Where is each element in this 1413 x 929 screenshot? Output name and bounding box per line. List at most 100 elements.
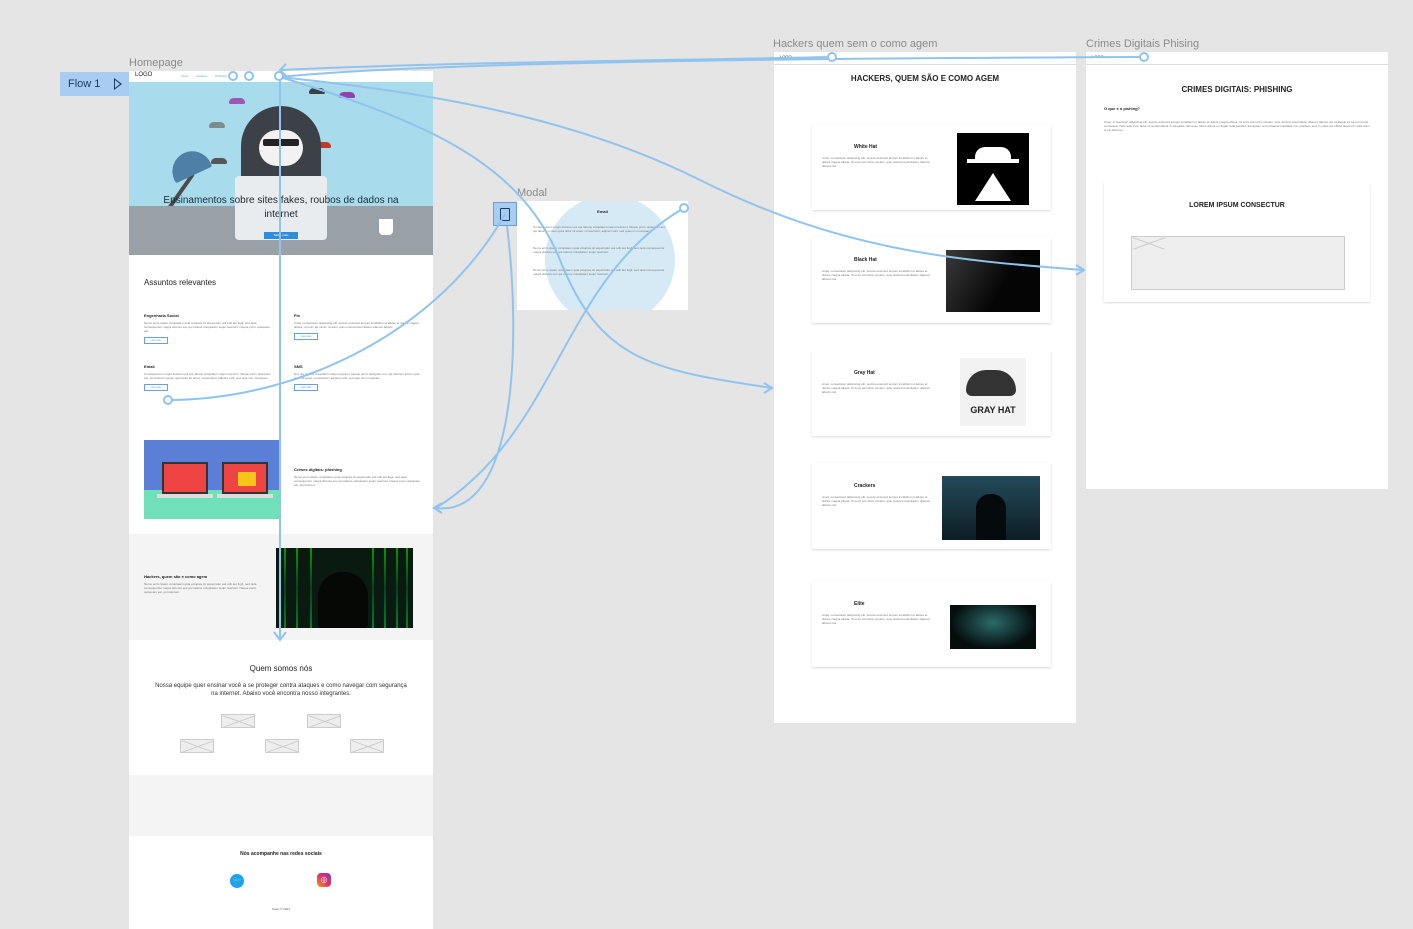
modal-paragraph: Consequuntur magni dolores eos qui ratio… (533, 225, 666, 233)
phishing-illustration (144, 440, 280, 519)
play-icon (114, 78, 123, 90)
phishing-content-box: LOREM IPSUM CONSECTUR (1104, 182, 1370, 302)
frame-label-homepage[interactable]: Homepage (129, 57, 183, 69)
topic-title: Pix (294, 313, 301, 318)
hat-icon (339, 92, 355, 98)
hacker-card-title: Elite (854, 601, 865, 607)
phishing-page-title: CRIMES DIGITAIS: PHISHING (1181, 85, 1293, 94)
hackers-text: Nemo enim ipsam voluptatem quia voluptas… (144, 582, 257, 594)
hat-icon (309, 88, 325, 94)
hacker-card-crackers: Crackers Amet, consectetur adipiscing el… (812, 463, 1051, 549)
hacker-card-title: Black Hat (854, 257, 877, 263)
hackers-summary[interactable]: Hackers, quem são e como agem Nemo enim … (144, 574, 264, 594)
about-text: Nossa equipe quer ensinar você a se prot… (155, 683, 407, 697)
twitter-icon[interactable]: 🐦 (230, 874, 244, 888)
hero-section: Ensinamentos sobre sites fakes, roubos d… (129, 82, 433, 255)
modal-frame: Email Consequuntur magni dolores eos qui… (517, 201, 688, 310)
flow-label: Flow 1 (68, 78, 101, 90)
team-photo-placeholder (307, 714, 341, 728)
team-photo-placeholder (350, 739, 384, 753)
homepage-frame: LOGO Início Hackers Phishing Ensinamento… (129, 71, 433, 929)
nav-divider (1086, 64, 1388, 65)
hat-icon (229, 98, 245, 104)
frame-label-phishing[interactable]: Crimes Digitais Phising (1086, 38, 1199, 50)
flow-start-button[interactable]: Flow 1 (60, 72, 129, 96)
modal-paragraph: Nemo enim ipsam voluptatem quia voluptas… (533, 268, 665, 276)
laptop-base (217, 494, 273, 498)
envelope-icon (238, 472, 256, 486)
hacker-card-black-hat: Black Hat Amet, consectetur adipiscing e… (812, 237, 1051, 323)
frame-label-modal[interactable]: Modal (517, 187, 547, 199)
hacker-card-text: Amet, consectetur adipiscing elit, sed d… (822, 613, 931, 625)
topic-read-more-button[interactable]: Leia mais (144, 384, 168, 391)
topic-card-engenharia: Engenharia Social Nemo enim ipsam volupt… (144, 313, 274, 344)
elite-image (950, 605, 1036, 649)
phishing-frame: LOGO CRIMES DIGITAIS: PHISHING O que é o… (1086, 52, 1388, 489)
hacker-card-title: White Hat (854, 144, 878, 150)
hero-cta-button[interactable]: Saiba mais (264, 232, 298, 239)
home-navbar: LOGO Início Hackers Phishing (129, 71, 433, 82)
hackers-logo[interactable]: LOGO (780, 54, 792, 59)
topic-card-pix: Pix Amet, consectetur adipiscing elit, s… (294, 313, 424, 340)
about-title: Quem somos nós (249, 664, 313, 673)
phishing-text: Amet, consectetur adipiscing elit, sed d… (1104, 120, 1370, 132)
footer-text: Team © 2021 (272, 907, 290, 911)
phishing-title: Crimes digitais: phishing (294, 467, 342, 472)
hacker-card-text: Amet, consectetur adipiscing elit, sed d… (822, 269, 931, 281)
modal-title: Email (597, 209, 608, 214)
hacker-face (259, 130, 303, 166)
team-photo-placeholder (265, 739, 299, 753)
nav-link-inicio[interactable]: Início (181, 74, 188, 78)
hacker-card-title: Gray Hat (854, 370, 875, 376)
phishing-text: Nemo enim ipsam voluptatem quia voluptas… (294, 475, 421, 487)
home-logo[interactable]: LOGO (135, 72, 152, 78)
hackers-frame: LOGO HACKERS, QUEM SÃO E COMO AGEM White… (774, 52, 1076, 723)
hooded-figure (318, 572, 368, 628)
nav-link-hackers[interactable]: Hackers (196, 74, 207, 78)
hacker-card-elite: Elite Amet, consectetur adipiscing elit,… (812, 581, 1051, 667)
hacker-card-title: Crackers (854, 483, 876, 489)
box-title: LOREM IPSUM CONSECTUR (1189, 202, 1285, 209)
hacker-card-white-hat: White Hat Amet, consectetur adipiscing e… (812, 124, 1051, 210)
hacker-card-text: Amet, consectetur adipiscing elit, sed d… (822, 382, 931, 394)
spacer-band (129, 775, 433, 836)
hat-icon (211, 158, 227, 164)
topic-title: Email (144, 364, 155, 369)
instagram-icon[interactable]: ◎ (317, 873, 331, 887)
topic-read-more-button[interactable]: Leia mais (144, 337, 168, 344)
topic-text: Nemo enim ipsam voluptatem quia voluptas… (144, 321, 271, 333)
black-hat-image (946, 250, 1040, 312)
phishing-summary[interactable]: Crimes digitais: phishing Nemo enim ipsa… (294, 467, 424, 487)
team-photo-placeholder (180, 739, 214, 753)
topic-text: Consequuntur magni dolores eos qui ratio… (144, 372, 271, 380)
matrix-hacker-image (276, 548, 413, 628)
hacker-card-gray-hat: Gray Hat Amet, consectetur adipiscing el… (812, 350, 1051, 436)
social-title: Nós acompanhe nas redes sociais (240, 851, 322, 857)
laptop-icon (162, 462, 208, 494)
image-placeholder (1131, 236, 1345, 290)
hacker-card-text: Amet, consectetur adipiscing elit, sed d… (822, 495, 931, 507)
topic-card-sms: SMS Eos qui ratione voluptatem sequi nes… (294, 364, 424, 391)
gray-hat-image: GRAY HAT (960, 358, 1026, 426)
topic-read-more-button[interactable]: Leia mais (294, 333, 318, 340)
modal-paragraph: Nemo enim ipsam voluptatem quia voluptas… (533, 246, 665, 254)
crackers-image (942, 476, 1040, 540)
hackers-title: Hackers, quem são e como agem (144, 574, 208, 579)
sunglasses-icon (263, 139, 299, 146)
topic-text: Eos qui ratione voluptatem sequi nesciun… (294, 372, 420, 380)
nav-link-phishing[interactable]: Phishing (215, 74, 227, 78)
hat-icon (209, 122, 225, 128)
frame-label-hackers[interactable]: Hackers quem sem o como agem (773, 38, 937, 50)
team-photo-placeholder (221, 714, 255, 728)
laptop-base (157, 494, 213, 498)
topic-text: Amet, consectetur adipiscing elit, sed d… (294, 321, 419, 329)
white-hat-image (957, 133, 1029, 205)
hackers-page-title: HACKERS, QUEM SÃO E COMO AGEM (850, 74, 1000, 83)
overlay-trigger-icon[interactable] (493, 202, 517, 226)
nav-divider (774, 64, 1076, 65)
topic-read-more-button[interactable]: Leia mais (294, 384, 318, 391)
modal-background-circle (545, 201, 675, 310)
topic-title: SMS (294, 364, 303, 369)
phishing-question: O que é o pishing? (1104, 106, 1140, 111)
phishing-logo[interactable]: LOGO (1092, 54, 1104, 59)
